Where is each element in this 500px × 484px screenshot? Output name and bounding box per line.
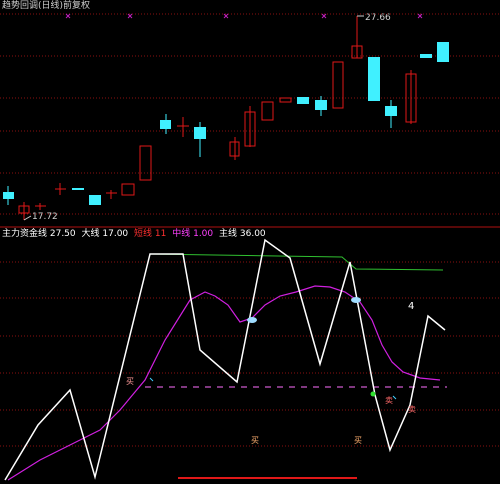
buy-mark: 买 bbox=[126, 377, 134, 386]
stock-chart[interactable] bbox=[0, 0, 500, 484]
signal-dot bbox=[247, 317, 257, 323]
signal-tick bbox=[392, 395, 397, 400]
candlesticks bbox=[3, 15, 449, 221]
candle bbox=[368, 57, 380, 101]
signal-dot bbox=[351, 297, 361, 303]
buy-mark: 买 bbox=[354, 436, 362, 445]
indicator-grid bbox=[0, 261, 500, 447]
candle bbox=[332, 61, 344, 109]
candle bbox=[315, 100, 327, 110]
sell-mark: 卖 bbox=[385, 396, 393, 405]
candle bbox=[261, 101, 274, 121]
candle bbox=[139, 145, 152, 181]
candle bbox=[279, 97, 292, 103]
candle bbox=[194, 127, 206, 139]
low-marker bbox=[23, 215, 32, 221]
candle bbox=[437, 42, 449, 62]
candle bbox=[420, 54, 432, 58]
candle bbox=[385, 106, 397, 116]
candle bbox=[297, 97, 309, 104]
buy-mark: 买 bbox=[251, 436, 259, 445]
candle bbox=[121, 183, 135, 196]
candle bbox=[72, 188, 84, 190]
sell-mark: 卖 bbox=[408, 405, 416, 414]
candle bbox=[160, 120, 171, 129]
count-mark: 4 bbox=[408, 301, 415, 312]
magenta-line bbox=[7, 285, 441, 481]
candle bbox=[3, 192, 14, 199]
signal-dot bbox=[370, 391, 376, 397]
signal-tick bbox=[149, 377, 154, 382]
candle bbox=[89, 195, 101, 205]
top-markers bbox=[65, 13, 423, 19]
